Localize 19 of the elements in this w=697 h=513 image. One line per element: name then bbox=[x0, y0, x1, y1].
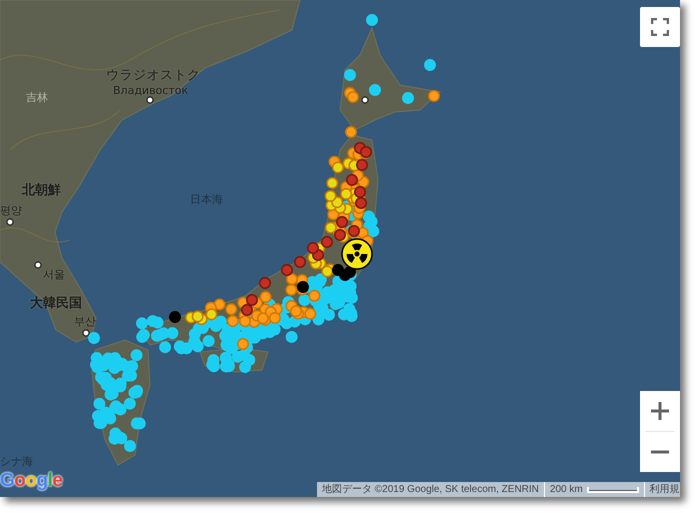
map-data-attribution[interactable]: 地図データ ©2019 Google, SK telecom, ZENRIN bbox=[317, 482, 545, 497]
place-label: シナ海 bbox=[0, 454, 33, 469]
fullscreen-icon bbox=[651, 18, 669, 36]
fullscreen-button[interactable] bbox=[640, 7, 680, 47]
place-label: ウラジオストク bbox=[106, 67, 200, 84]
minus-icon bbox=[651, 450, 669, 454]
google-logo[interactable]: Google bbox=[0, 470, 62, 492]
place-label: 평양 bbox=[0, 203, 22, 218]
place-label: 北朝鮮 bbox=[22, 182, 61, 199]
radiation-icon[interactable] bbox=[341, 238, 373, 270]
place-label: 吉林 bbox=[26, 90, 48, 105]
place-label: 부산 bbox=[74, 314, 96, 329]
terms-link[interactable]: 利用規 bbox=[644, 482, 680, 497]
place-label: 서울 bbox=[43, 267, 65, 282]
plus-icon bbox=[651, 402, 669, 420]
place-label: 大韓民国 bbox=[30, 295, 82, 312]
place-label: Владивосток bbox=[113, 84, 188, 97]
place-label: 日本海 bbox=[190, 192, 223, 207]
scale-bar[interactable]: 200 km bbox=[544, 482, 645, 497]
